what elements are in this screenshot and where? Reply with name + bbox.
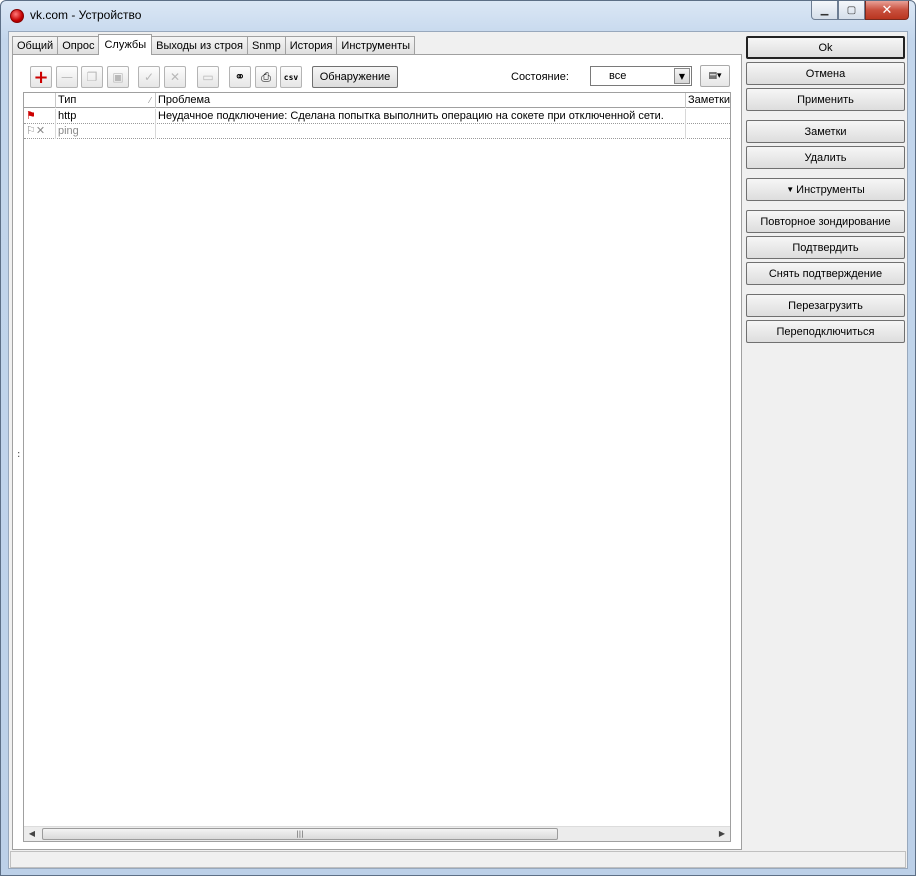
grid-header: Тип ⁄ Проблема Заметки xyxy=(24,93,730,108)
add-button[interactable]: + xyxy=(30,66,52,88)
plus-icon: + xyxy=(33,66,49,88)
status-select-value: все xyxy=(609,70,627,82)
apply-button[interactable]: Применить xyxy=(746,88,905,111)
check-button[interactable]: ✓ xyxy=(138,66,160,88)
copy-button[interactable]: ❐ xyxy=(81,66,103,88)
services-panel: + — ❐ ▣ ✓ ✕ ▭ ⚭ ⎙ csv Обнаружение Состоя… xyxy=(12,54,742,850)
title-bar[interactable]: vk.com - Устройство ▁ ▢ ✕ xyxy=(1,1,915,31)
find-button[interactable]: ⚭ xyxy=(229,66,251,88)
status-label: Состояние: xyxy=(511,71,569,83)
row-type: ping xyxy=(56,124,156,139)
horizontal-scrollbar[interactable]: ◀ ||| ▶ xyxy=(24,826,730,841)
paste-button[interactable]: ▣ xyxy=(107,66,129,88)
scroll-left-icon[interactable]: ◀ xyxy=(26,829,38,838)
sort-icon: ⁄ xyxy=(149,96,151,105)
tab-outages[interactable]: Выходы из строя xyxy=(151,36,248,55)
row-notes xyxy=(686,109,730,124)
scrollbar-thumb[interactable]: ||| xyxy=(42,828,558,840)
splitter-grip-icon[interactable]: : xyxy=(17,449,20,460)
table-row[interactable]: ⚑ http Неудачное подключение: Сделана по… xyxy=(24,109,730,124)
maximize-button[interactable]: ▢ xyxy=(838,1,865,20)
check-icon: ✓ xyxy=(143,70,155,84)
status-select[interactable]: все ▼ xyxy=(590,66,692,86)
close-icon: ✕ xyxy=(881,2,893,18)
header-problem[interactable]: Проблема xyxy=(156,93,686,108)
app-icon xyxy=(10,9,24,23)
cancel-button[interactable]: Отмена xyxy=(746,62,905,85)
tools-button-label: Инструменты xyxy=(796,183,865,196)
services-grid: Тип ⁄ Проблема Заметки ⚑ http Неудачное … xyxy=(23,92,731,842)
binoculars-icon: ⚭ xyxy=(234,69,246,85)
minus-icon: — xyxy=(61,70,73,84)
tab-polling[interactable]: Опрос xyxy=(57,36,100,55)
unacknowledge-button[interactable]: Снять подтверждение xyxy=(746,262,905,285)
disabled-flag-icon: ⚐✕ xyxy=(24,124,56,139)
client-area: Общий Опрос Службы Выходы из строя Snmp … xyxy=(8,31,908,869)
row-notes xyxy=(686,124,730,139)
row-problem: Неудачное подключение: Сделана попытка в… xyxy=(156,109,686,124)
caret-down-icon: ▼ xyxy=(786,185,795,194)
csv-export-button[interactable]: csv xyxy=(280,66,302,88)
toolbar: + — ❐ ▣ ✓ ✕ ▭ ⚭ ⎙ csv Обнаружение Состоя… xyxy=(28,65,738,89)
csv-icon: csv xyxy=(283,72,299,82)
flag-icon: ⚑ xyxy=(24,109,56,124)
notes-button[interactable]: Заметки xyxy=(746,120,905,143)
tab-history[interactable]: История xyxy=(284,36,338,55)
columns-button[interactable]: ▤▾ xyxy=(700,65,730,87)
delete-button[interactable]: Удалить xyxy=(746,146,905,169)
header-type-label: Тип xyxy=(58,94,77,106)
tools-button[interactable]: ▼ Инструменты xyxy=(746,178,905,201)
window-title: vk.com - Устройство xyxy=(30,8,142,22)
columns-icon: ▤▾ xyxy=(708,71,722,81)
x-icon: ✕ xyxy=(169,70,181,84)
tab-snmp[interactable]: Snmp xyxy=(247,36,286,55)
row-problem xyxy=(156,124,686,139)
status-bar xyxy=(10,851,906,868)
close-button[interactable]: ✕ xyxy=(865,1,909,20)
device-window: vk.com - Устройство ▁ ▢ ✕ Общий Опрос Сл… xyxy=(0,0,916,876)
row-type: http xyxy=(56,109,156,124)
paste-icon: ▣ xyxy=(112,70,124,84)
edit-button[interactable]: ▭ xyxy=(197,66,219,88)
grip-icon: ||| xyxy=(296,830,304,838)
card-icon: ▭ xyxy=(202,70,214,84)
reboot-button[interactable]: Перезагрузить xyxy=(746,294,905,317)
maximize-icon: ▢ xyxy=(846,4,857,16)
window-controls: ▁ ▢ ✕ xyxy=(811,1,909,20)
uncheck-button[interactable]: ✕ xyxy=(164,66,186,88)
discovery-button[interactable]: Обнаружение xyxy=(312,66,398,88)
reprobe-button[interactable]: Повторное зондирование xyxy=(746,210,905,233)
ok-button[interactable]: Ok xyxy=(746,36,905,59)
tab-tools[interactable]: Инструменты xyxy=(336,36,416,55)
header-indicator xyxy=(24,93,56,108)
header-type[interactable]: Тип ⁄ xyxy=(56,93,156,108)
print-button[interactable]: ⎙ xyxy=(255,66,277,88)
acknowledge-button[interactable]: Подтвердить xyxy=(746,236,905,259)
remove-button[interactable]: — xyxy=(56,66,78,88)
scroll-right-icon[interactable]: ▶ xyxy=(716,829,728,838)
minimize-icon: ▁ xyxy=(820,4,829,16)
chevron-down-icon[interactable]: ▼ xyxy=(674,68,690,84)
minimize-button[interactable]: ▁ xyxy=(811,1,838,20)
tab-strip: Общий Опрос Службы Выходы из строя Snmp … xyxy=(12,34,416,55)
copy-icon: ❐ xyxy=(86,70,98,84)
reconnect-button[interactable]: Переподключиться xyxy=(746,320,905,343)
printer-icon: ⎙ xyxy=(261,69,271,84)
tab-general[interactable]: Общий xyxy=(12,36,59,55)
header-notes[interactable]: Заметки xyxy=(686,93,730,108)
tab-services[interactable]: Службы xyxy=(98,34,153,55)
table-row[interactable]: ⚐✕ ping xyxy=(24,124,730,139)
